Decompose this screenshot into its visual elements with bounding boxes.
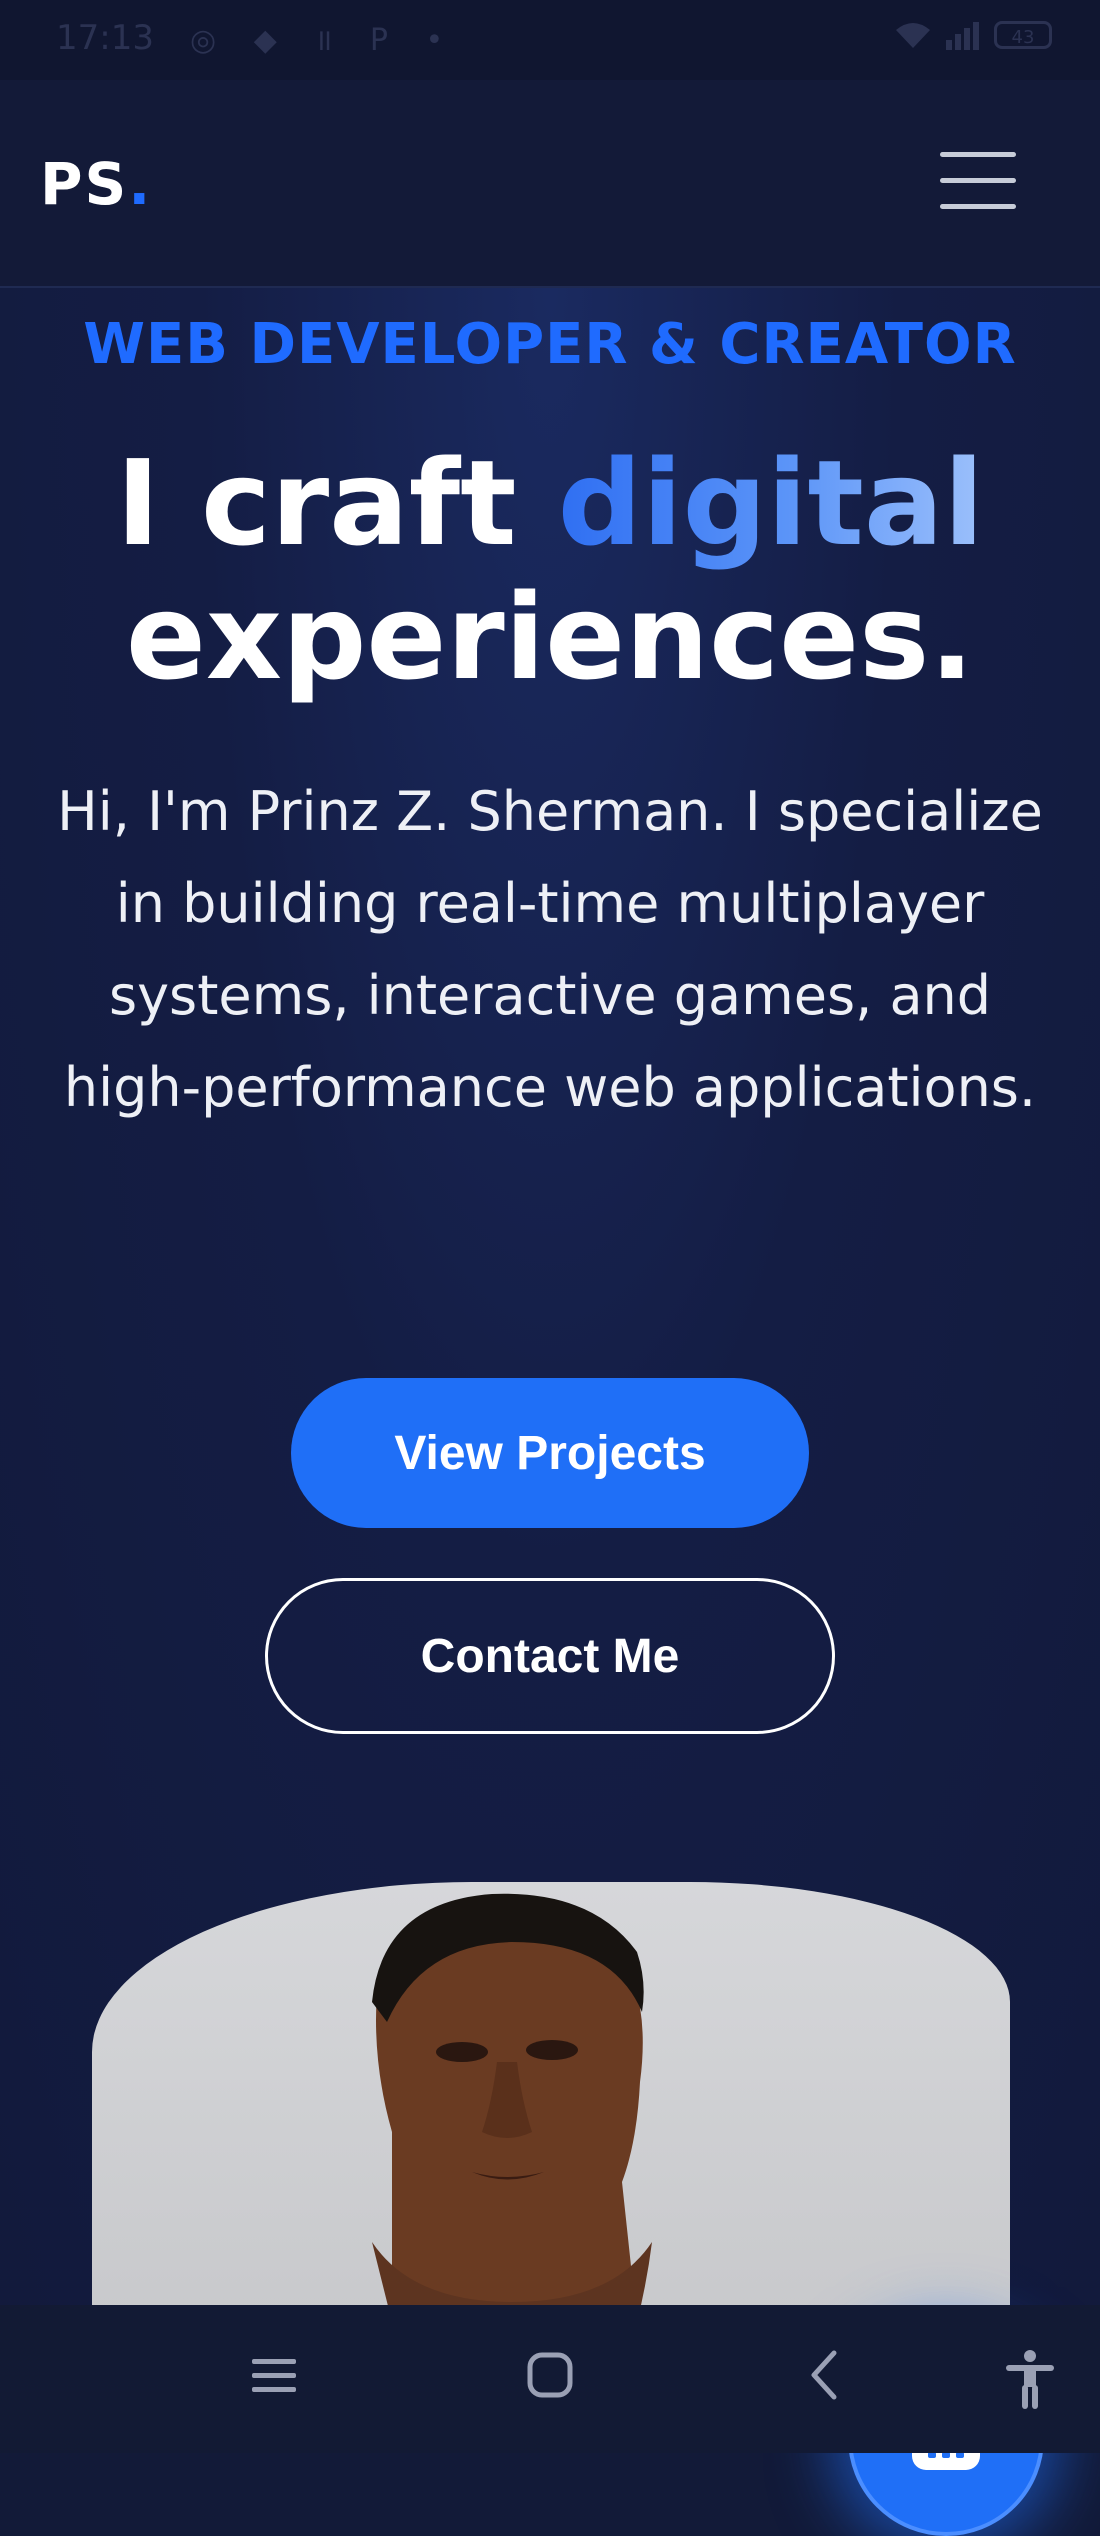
view-projects-button[interactable]: View Projects	[291, 1378, 809, 1528]
contact-me-button[interactable]: Contact Me	[265, 1578, 835, 1734]
hero-headline: I craft digital experiences.	[0, 436, 1100, 704]
recents-icon[interactable]	[248, 2349, 300, 2401]
profile-photo	[92, 1882, 1010, 2322]
hero-eyebrow: WEB DEVELOPER & CREATOR	[83, 312, 1017, 377]
wifi-icon	[896, 23, 930, 48]
back-icon[interactable]	[800, 2349, 852, 2401]
portrait-illustration	[372, 1893, 672, 2322]
logo-dot: .	[128, 150, 153, 218]
hamburger-icon-line-1	[940, 152, 1016, 157]
system-navigation-bar	[0, 2305, 1100, 2453]
hero-intro: Hi, I'm Prinz Z. Sherman. I specialize i…	[57, 780, 1043, 1119]
status-notification-icons: ◎ ◆ ॥ P •	[190, 23, 458, 58]
hamburger-icon-line-2	[940, 178, 1016, 183]
status-bar: 17:13 ◎ ◆ ॥ P • 43	[0, 0, 1100, 80]
signal-icon	[946, 22, 979, 50]
hero-section: WEB DEVELOPER & CREATOR I craft digital …	[0, 288, 1100, 2536]
headline-part-2: experiences.	[125, 568, 975, 706]
site-logo[interactable]: PS.	[40, 150, 152, 218]
battery-indicator: 43	[994, 21, 1052, 49]
status-system-icons: 43	[894, 20, 1052, 50]
headline-accent: digital	[557, 434, 984, 572]
home-icon[interactable]	[524, 2349, 576, 2401]
site-header: PS.	[0, 80, 1100, 288]
accessibility-icon[interactable]	[1004, 2349, 1056, 2409]
status-time: 17:13	[56, 18, 154, 58]
headline-part-1: I craft	[116, 434, 558, 572]
logo-text: PS	[40, 150, 129, 218]
hamburger-icon-line-3	[940, 204, 1016, 209]
menu-button[interactable]	[940, 152, 1016, 210]
